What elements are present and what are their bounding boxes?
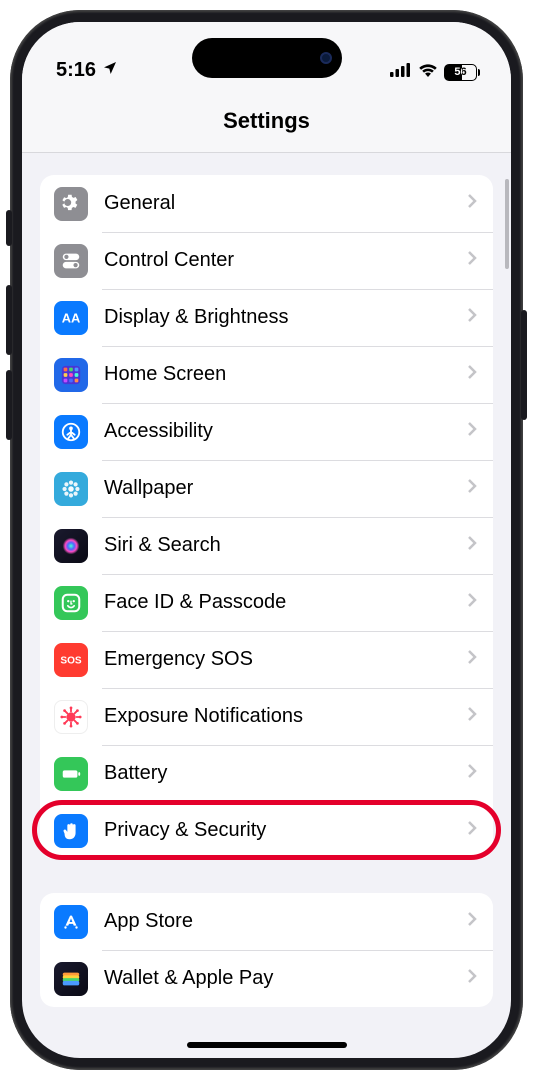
general-icon xyxy=(54,187,88,221)
settings-row-wallet[interactable]: Wallet & Apple Pay xyxy=(40,950,493,1007)
settings-list[interactable]: General Control Center Display & Brightn… xyxy=(22,153,511,1058)
row-label: Siri & Search xyxy=(104,534,467,557)
settings-group: App Store Wallet & Apple Pay xyxy=(40,893,493,1007)
battery-level: 56 xyxy=(454,66,466,78)
chevron-right-icon xyxy=(467,364,477,385)
row-label: Control Center xyxy=(104,249,467,272)
chevron-right-icon xyxy=(467,649,477,670)
settings-row-battery[interactable]: Battery xyxy=(40,745,493,802)
page-title: Settings xyxy=(22,84,511,153)
chevron-right-icon xyxy=(467,968,477,989)
volume-down-button xyxy=(6,370,12,440)
settings-row-faceid[interactable]: Face ID & Passcode xyxy=(40,574,493,631)
battery-indicator: 56 xyxy=(444,64,477,81)
siri-icon xyxy=(54,529,88,563)
settings-row-exposure[interactable]: Exposure Notifications xyxy=(40,688,493,745)
sos-icon xyxy=(54,643,88,677)
row-label: Emergency SOS xyxy=(104,648,467,671)
screen: 5:16 56 Settings xyxy=(22,22,511,1058)
control-center-icon xyxy=(54,244,88,278)
chevron-right-icon xyxy=(467,478,477,499)
settings-row-accessibility[interactable]: Accessibility xyxy=(40,403,493,460)
row-label: App Store xyxy=(104,910,467,933)
home-indicator[interactable] xyxy=(187,1042,347,1048)
cellular-icon xyxy=(390,63,412,82)
dynamic-island xyxy=(192,38,342,78)
display-icon xyxy=(54,301,88,335)
settings-row-control-center[interactable]: Control Center xyxy=(40,232,493,289)
side-button xyxy=(6,210,12,246)
settings-group: General Control Center Display & Brightn… xyxy=(40,175,493,859)
settings-row-appstore[interactable]: App Store xyxy=(40,893,493,950)
settings-row-general[interactable]: General xyxy=(40,175,493,232)
privacy-icon xyxy=(54,814,88,848)
settings-row-siri[interactable]: Siri & Search xyxy=(40,517,493,574)
faceid-icon xyxy=(54,586,88,620)
wallpaper-icon xyxy=(54,472,88,506)
appstore-icon xyxy=(54,905,88,939)
chevron-right-icon xyxy=(467,250,477,271)
status-time: 5:16 xyxy=(56,59,96,82)
chevron-right-icon xyxy=(467,535,477,556)
power-button xyxy=(521,310,527,420)
wifi-icon xyxy=(418,62,438,82)
row-label: Home Screen xyxy=(104,363,467,386)
row-label: Wallpaper xyxy=(104,477,467,500)
battery-icon xyxy=(54,757,88,791)
settings-row-privacy[interactable]: Privacy & Security xyxy=(40,802,493,859)
row-label: Privacy & Security xyxy=(104,819,467,842)
chevron-right-icon xyxy=(467,706,477,727)
settings-row-home-screen[interactable]: Home Screen xyxy=(40,346,493,403)
exposure-icon xyxy=(54,700,88,734)
row-label: Accessibility xyxy=(104,420,467,443)
phone-device-frame: 5:16 56 Settings xyxy=(10,10,523,1070)
row-label: Face ID & Passcode xyxy=(104,591,467,614)
row-label: Battery xyxy=(104,762,467,785)
row-label: Wallet & Apple Pay xyxy=(104,967,467,990)
chevron-right-icon xyxy=(467,911,477,932)
chevron-right-icon xyxy=(467,763,477,784)
chevron-right-icon xyxy=(467,592,477,613)
settings-row-sos[interactable]: Emergency SOS xyxy=(40,631,493,688)
volume-up-button xyxy=(6,285,12,355)
accessibility-icon xyxy=(54,415,88,449)
chevron-right-icon xyxy=(467,193,477,214)
settings-row-wallpaper[interactable]: Wallpaper xyxy=(40,460,493,517)
wallet-icon xyxy=(54,962,88,996)
settings-row-display[interactable]: Display & Brightness xyxy=(40,289,493,346)
row-label: Exposure Notifications xyxy=(104,705,467,728)
location-icon xyxy=(102,59,118,82)
row-label: General xyxy=(104,192,467,215)
home-screen-icon xyxy=(54,358,88,392)
row-label: Display & Brightness xyxy=(104,306,467,329)
chevron-right-icon xyxy=(467,307,477,328)
chevron-right-icon xyxy=(467,820,477,841)
scroll-indicator[interactable] xyxy=(505,179,509,269)
chevron-right-icon xyxy=(467,421,477,442)
